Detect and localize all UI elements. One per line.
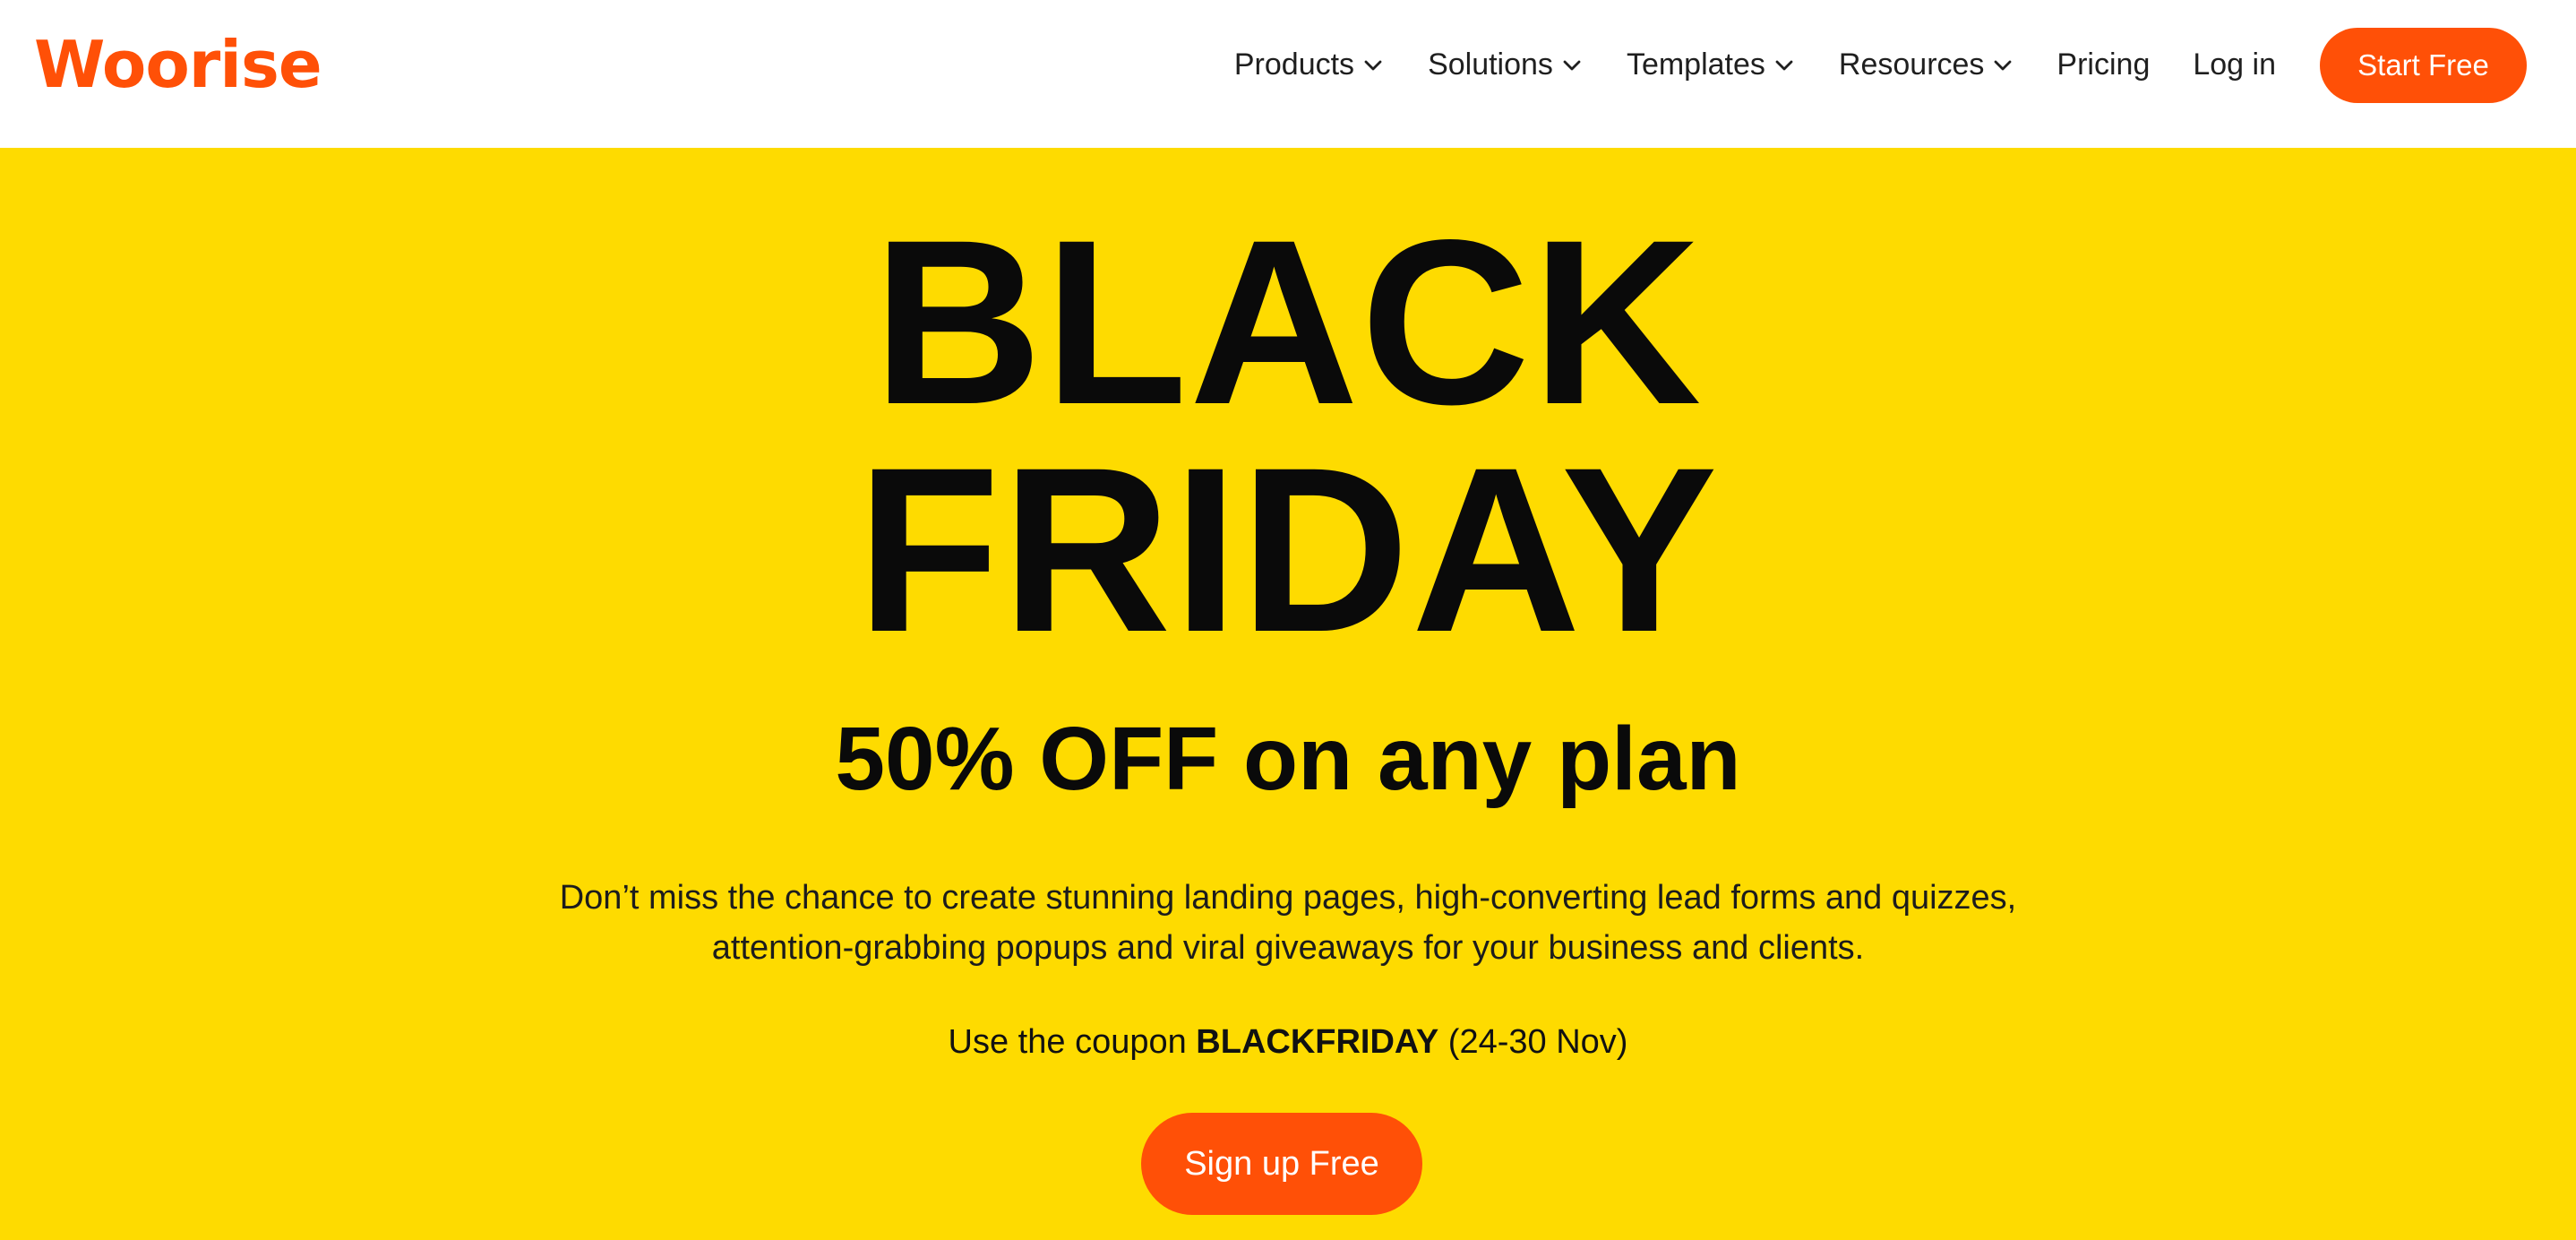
chevron-down-icon: [1774, 56, 1794, 75]
nav-item-login[interactable]: Log in: [2193, 47, 2276, 82]
main-nav: Products Solutions Templates Resources P…: [1234, 0, 2576, 130]
headline-friday: FRIDAY: [856, 418, 1720, 681]
chevron-down-icon: [1993, 56, 2013, 75]
coupon-text: Use the coupon BLACKFRIDAY (24-30 Nov): [0, 1017, 2576, 1067]
nav-item-products[interactable]: Products: [1234, 47, 1383, 82]
headline-black: BLACK: [872, 191, 1704, 453]
chevron-down-icon: [1562, 56, 1582, 75]
site-header: Woorise Products Solutions Templates Res…: [0, 0, 2576, 148]
nav-item-label: Solutions: [1428, 47, 1553, 82]
start-free-button[interactable]: Start Free: [2320, 27, 2527, 103]
nav-item-label: Products: [1233, 47, 1355, 82]
nav-item-label: Resources: [1838, 47, 1985, 82]
description-line-1: Don’t miss the chance to create stunning…: [559, 879, 2017, 917]
nav-item-pricing[interactable]: Pricing: [2057, 47, 2150, 82]
nav-item-resources[interactable]: Resources: [1839, 47, 2014, 82]
hero-section: BLACK FRIDAY 50% OFF on any plan Don’t m…: [0, 148, 2576, 1240]
nav-item-templates[interactable]: Templates: [1627, 47, 1794, 82]
nav-item-label: Templates: [1626, 47, 1765, 82]
page: Woorise Products Solutions Templates Res…: [0, 0, 2576, 1240]
nav-item-label: Pricing: [2057, 47, 2151, 82]
nav-item-label: Log in: [2193, 47, 2276, 82]
coupon-code: BLACKFRIDAY: [1196, 1023, 1439, 1061]
coupon-dates: (24-30 Nov): [1438, 1023, 1628, 1061]
chevron-down-icon: [1363, 56, 1383, 75]
discount-heading: 50% OFF on any plan: [835, 709, 1741, 809]
logo-text: Woorise: [34, 27, 322, 102]
sign-up-free-button[interactable]: Sign up Free: [1141, 1113, 1422, 1215]
description-line-2: attention-grabbing popups and viral give…: [711, 929, 1865, 967]
nav-item-solutions[interactable]: Solutions: [1428, 47, 1582, 82]
coupon-prefix: Use the coupon: [948, 1023, 1197, 1061]
woorise-logo[interactable]: Woorise: [34, 27, 322, 102]
